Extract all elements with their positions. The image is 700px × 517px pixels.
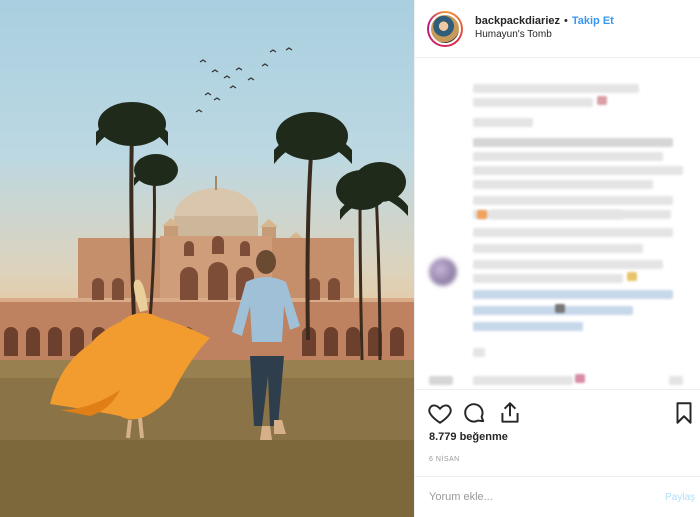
blurred-comment	[473, 84, 639, 93]
blurred-comment	[473, 180, 653, 189]
comment-bubble-icon	[464, 403, 485, 423]
location-link[interactable]: Humayun's Tomb	[475, 29, 614, 42]
blurred-emoji	[627, 272, 637, 281]
like-count[interactable]: 8.779 beğenme	[429, 431, 508, 443]
blurred-emoji	[575, 374, 585, 383]
post-header: backpackdiariez • Takip Et Humayun's Tom…	[415, 0, 700, 58]
header-text: backpackdiariez • Takip Et Humayun's Tom…	[475, 15, 614, 41]
blurred-comment	[473, 274, 623, 283]
blurred-emoji	[597, 96, 607, 105]
blurred-emoji	[477, 210, 487, 219]
blurred-hashtags	[473, 306, 633, 315]
share-button[interactable]	[497, 400, 523, 426]
blurred-comment	[669, 376, 683, 385]
separator-dot: •	[564, 15, 568, 28]
blurred-hashtags	[473, 322, 583, 331]
post-date[interactable]: 6 NİSAN	[429, 456, 460, 463]
blurred-comment	[473, 228, 673, 237]
commenter-avatar[interactable]	[429, 258, 457, 286]
blurred-hashtags	[473, 290, 673, 299]
bookmark-icon	[676, 402, 692, 424]
story-ring[interactable]	[427, 10, 463, 47]
comment-button[interactable]	[461, 400, 487, 426]
blurred-comment	[473, 138, 673, 147]
blurred-comment	[473, 166, 683, 175]
comments-list[interactable]	[415, 58, 700, 390]
username-link[interactable]: backpackdiariez	[475, 15, 560, 29]
blurred-comment	[473, 98, 593, 107]
save-button[interactable]	[671, 400, 697, 426]
blurred-timestamp	[473, 348, 485, 357]
blurred-comment	[473, 376, 573, 385]
blurred-comment	[473, 152, 663, 161]
action-bar	[415, 400, 700, 428]
post-photo[interactable]	[0, 0, 414, 517]
birds	[195, 47, 293, 113]
avatar[interactable]	[429, 12, 461, 45]
add-comment-bar: Paylaş	[415, 476, 700, 517]
share-icon	[501, 402, 519, 423]
blurred-comment	[429, 376, 453, 385]
like-button[interactable]	[427, 400, 453, 426]
comment-input[interactable]	[429, 491, 629, 503]
blurred-comment	[473, 260, 663, 269]
follow-button[interactable]: Takip Et	[572, 15, 614, 29]
header-line: backpackdiariez • Takip Et	[475, 15, 614, 29]
post-comment-button[interactable]: Paylaş	[665, 492, 695, 503]
blurred-comment	[473, 118, 533, 127]
blurred-comment	[473, 196, 673, 205]
blurred-comment	[491, 210, 671, 219]
heart-icon	[428, 404, 452, 424]
photo-illustration	[0, 47, 414, 517]
blurred-comment	[473, 244, 643, 253]
post-sidebar: backpackdiariez • Takip Et Humayun's Tom…	[414, 0, 700, 517]
blurred-emoji	[555, 304, 565, 313]
